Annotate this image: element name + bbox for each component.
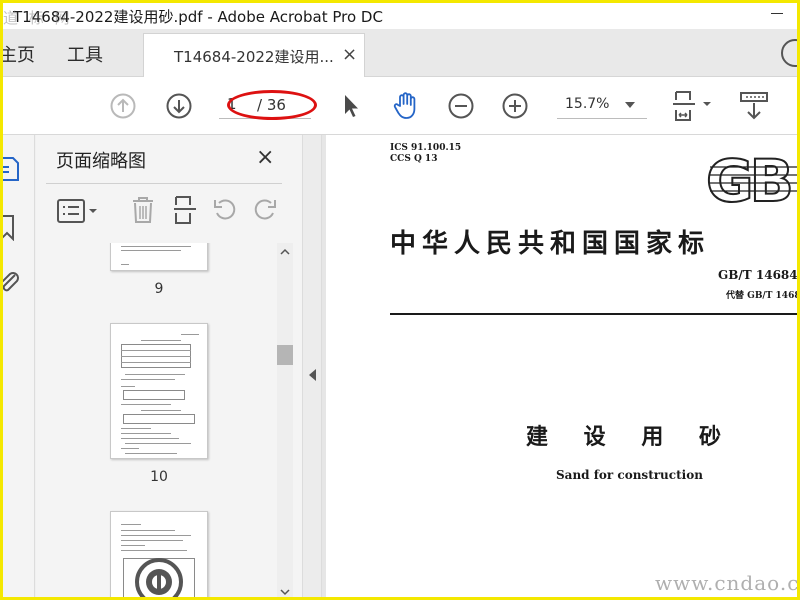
- help-icon[interactable]: [781, 39, 797, 67]
- scroll-mode-button[interactable]: [737, 89, 771, 123]
- cursor-arrow-icon: [345, 95, 358, 117]
- arrow-up-circle-icon: [110, 93, 136, 119]
- page-thumbnail[interactable]: [110, 511, 208, 597]
- select-tool-button[interactable]: [339, 91, 363, 121]
- rotate-left-icon: [214, 199, 236, 220]
- replaces-standard: 代替 GB/T 14684: [726, 291, 797, 301]
- thumbnail-list: 9 10: [36, 243, 286, 597]
- thumbnail-scrollbar[interactable]: [277, 243, 293, 597]
- gb-standard-logo: GB: [705, 149, 797, 209]
- tab-tools[interactable]: 工具: [67, 41, 103, 67]
- bookmark-icon: [3, 215, 14, 242]
- rotate-right-icon: [254, 199, 276, 220]
- delete-page-button[interactable]: [130, 195, 158, 227]
- document-page: ICS 91.100.15 CCS Q 13 GB 中华人民共和国国家标 GB/…: [326, 135, 797, 597]
- scrollbar-thumb[interactable]: [277, 345, 293, 365]
- document-view[interactable]: ICS 91.100.15 CCS Q 13 GB 中华人民共和国国家标 GB/…: [322, 135, 797, 597]
- navigation-rail: [3, 135, 35, 597]
- standard-number: GB/T 14684—: [718, 268, 797, 282]
- document-title-en: Sand for construction: [556, 468, 703, 482]
- page-thumbnail[interactable]: [110, 243, 208, 271]
- arrow-down-circle-icon: [166, 93, 192, 119]
- attachments-nav[interactable]: [3, 269, 21, 297]
- tab-bar: 主页 工具 T14684-2022建设用... ×: [3, 29, 797, 78]
- page-number-input[interactable]: [227, 95, 249, 113]
- title-bar: T14684-2022建设用砂.pdf - Adobe Acrobat Pro …: [3, 3, 797, 29]
- thumbnails-panel: 页面缩略图 × 9 10: [36, 135, 302, 597]
- document-title-cn: 建 设 用 砂: [526, 424, 735, 450]
- close-tab-icon[interactable]: ×: [342, 44, 357, 65]
- ics-code: ICS 91.100.15: [390, 143, 462, 153]
- svg-text:GB: GB: [706, 149, 791, 209]
- page-thumbnail[interactable]: [110, 323, 208, 459]
- rotate-left-button[interactable]: [212, 197, 240, 225]
- zoom-dropdown[interactable]: 15.7%: [557, 93, 647, 119]
- page-thumbnails-nav[interactable]: [3, 155, 21, 183]
- zoom-in-button[interactable]: [501, 92, 529, 120]
- chevron-down-icon: [625, 102, 635, 108]
- thumbnail-label: 10: [150, 469, 168, 485]
- scroll-up-icon[interactable]: [280, 247, 290, 257]
- minus-circle-icon: [448, 93, 474, 119]
- previous-page-button[interactable]: [109, 92, 137, 120]
- panel-toolbar: [46, 193, 282, 229]
- chevron-left-icon[interactable]: [309, 369, 316, 381]
- zoom-value: 15.7%: [565, 96, 610, 112]
- page-total: / 36: [257, 96, 286, 114]
- extract-page-button[interactable]: [172, 195, 200, 227]
- next-page-button[interactable]: [165, 92, 193, 120]
- page-number-box: / 36: [219, 93, 311, 119]
- close-panel-icon[interactable]: ×: [256, 145, 274, 170]
- paperclip-icon: [3, 272, 19, 292]
- bookmarks-nav[interactable]: [3, 213, 21, 242]
- site-watermark: 道 标 网: [3, 9, 73, 27]
- plus-circle-icon: [502, 93, 528, 119]
- fit-page-button[interactable]: [669, 89, 715, 123]
- options-menu-icon: [57, 199, 97, 223]
- panel-title: 页面缩略图: [56, 151, 146, 172]
- site-watermark-bottom: www.cndao.com: [655, 571, 797, 595]
- thumbnail-label: 9: [154, 281, 164, 297]
- trash-icon: [133, 197, 153, 223]
- ccs-code: CCS Q 13: [390, 154, 438, 164]
- seal-icon: [135, 558, 183, 597]
- hand-tool-button[interactable]: [389, 89, 423, 123]
- thumbnail-options-button[interactable]: [56, 197, 100, 225]
- hand-icon: [393, 92, 416, 119]
- panel-divider: [46, 183, 282, 184]
- extract-page-icon: [174, 196, 196, 224]
- zoom-out-button[interactable]: [447, 92, 475, 120]
- scroll-mode-icon: [740, 92, 768, 120]
- national-standard-heading: 中华人民共和国国家标: [390, 229, 711, 259]
- minimize-button[interactable]: [767, 7, 787, 17]
- toolbar: / 36 15.7%: [3, 77, 797, 135]
- panel-collapse-strip[interactable]: [302, 135, 322, 597]
- tab-home[interactable]: 主页: [3, 41, 35, 67]
- page-thumbnails-icon: [3, 157, 19, 181]
- scroll-down-icon[interactable]: [280, 587, 290, 597]
- header-rule: [390, 313, 797, 315]
- tab-document[interactable]: T14684-2022建设用... ×: [143, 33, 365, 78]
- document-tab-label: T14684-2022建设用...: [174, 48, 334, 66]
- rotate-right-button[interactable]: [252, 197, 280, 225]
- acrobat-window: T14684-2022建设用砂.pdf - Adobe Acrobat Pro …: [3, 3, 797, 597]
- fit-page-icon: [673, 91, 711, 121]
